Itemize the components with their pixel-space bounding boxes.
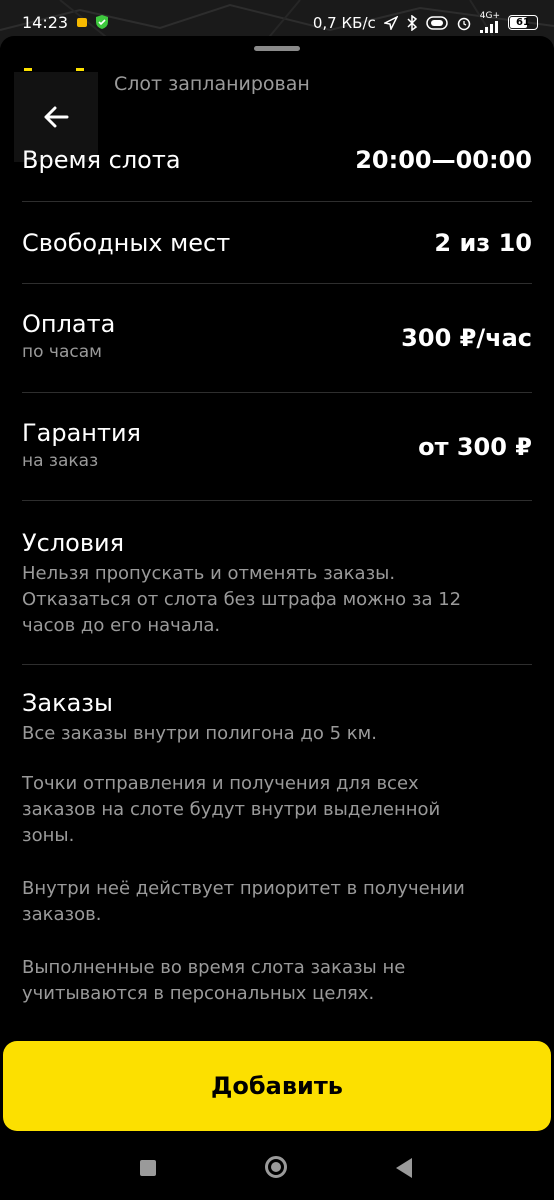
orders-line: Внутри неё действует приоритет в получен… bbox=[22, 878, 465, 899]
signal-icon bbox=[479, 21, 498, 33]
location-arrow-icon bbox=[383, 15, 398, 30]
orders-line: заказов на слоте будут внутри выделенной bbox=[22, 799, 441, 820]
conditions-text: Нельзя пропускать и отменять заказы. Отк… bbox=[22, 561, 532, 639]
orders-text-1: Все заказы внутри полигона до 5 км. bbox=[22, 721, 532, 747]
vpn-icon bbox=[426, 15, 448, 30]
status-right: 0,7 КБ/с 4G+ 61 bbox=[313, 12, 538, 33]
row-free-places: Свободных мест 2 из 10 bbox=[22, 229, 532, 269]
battery-level: 61 bbox=[516, 17, 530, 28]
orders-line: зоны. bbox=[22, 825, 75, 846]
add-button[interactable]: Добавить bbox=[3, 1041, 551, 1131]
status-time: 14:23 bbox=[22, 13, 69, 32]
bluetooth-icon bbox=[407, 14, 417, 31]
conditions-line: Нельзя пропускать и отменять заказы. bbox=[22, 563, 396, 584]
conditions-line: Отказаться от слота без штрафа можно за … bbox=[22, 589, 462, 610]
orders-text-4: Выполненные во время слота заказы не учи… bbox=[22, 955, 532, 1007]
orders-line: заказов. bbox=[22, 904, 102, 925]
home-icon[interactable] bbox=[265, 1156, 287, 1178]
orders-line: Все заказы внутри полигона до 5 км. bbox=[22, 723, 377, 744]
shield-icon bbox=[96, 15, 108, 29]
orders-title: Заказы bbox=[22, 689, 114, 717]
orders-line: Выполненные во время слота заказы не bbox=[22, 957, 406, 978]
divider bbox=[22, 201, 532, 202]
row-slot-time: Время слота 20:00—00:00 bbox=[22, 146, 532, 186]
network-type: 4G+ bbox=[479, 11, 500, 21]
screen: 14:23 0,7 КБ/с 4G+ 61 Слот запланирован … bbox=[0, 0, 554, 1200]
orders-line: учитываются в персональных целях. bbox=[22, 983, 375, 1004]
payment-value: 300 ₽/час bbox=[401, 324, 532, 352]
free-places-value: 2 из 10 bbox=[434, 229, 532, 257]
guarantee-value: от 300 ₽ bbox=[418, 433, 532, 461]
bottom-sheet: Слот запланирован Время слота 20:00—00:0… bbox=[0, 36, 554, 1200]
divider bbox=[22, 500, 532, 501]
orders-section: Заказы Все заказы внутри полигона до 5 к… bbox=[22, 689, 532, 1007]
row-payment: Оплата по часам 300 ₽/час bbox=[22, 310, 532, 370]
orders-line: Точки отправления и получения для всех bbox=[22, 773, 419, 794]
conditions-line: часов до его начала. bbox=[22, 615, 221, 636]
recents-icon[interactable] bbox=[140, 1160, 156, 1176]
row-guarantee: Гарантия на заказ от 300 ₽ bbox=[22, 419, 532, 479]
arrow-left-icon bbox=[44, 106, 69, 128]
nav-back-icon[interactable] bbox=[396, 1158, 412, 1178]
system-nav-bar bbox=[0, 1140, 554, 1200]
alarm-icon bbox=[457, 17, 470, 30]
header-title: Слот запланирован bbox=[114, 73, 310, 95]
notification-icon bbox=[77, 18, 87, 27]
orders-text-2: Точки отправления и получения для всех з… bbox=[22, 771, 532, 849]
conditions-title: Условия bbox=[22, 529, 125, 557]
slot-time-value: 20:00—00:00 bbox=[355, 146, 532, 174]
drag-handle[interactable] bbox=[254, 46, 300, 51]
battery-icon: 61 bbox=[508, 15, 538, 30]
divider bbox=[22, 283, 532, 284]
status-left-icons bbox=[76, 14, 110, 30]
conditions-section: Условия Нельзя пропускать и отменять зак… bbox=[22, 529, 532, 639]
divider bbox=[22, 392, 532, 393]
orders-text-3: Внутри неё действует приоритет в получен… bbox=[22, 876, 532, 928]
divider bbox=[22, 664, 532, 665]
net-speed: 0,7 КБ/с bbox=[312, 13, 376, 32]
